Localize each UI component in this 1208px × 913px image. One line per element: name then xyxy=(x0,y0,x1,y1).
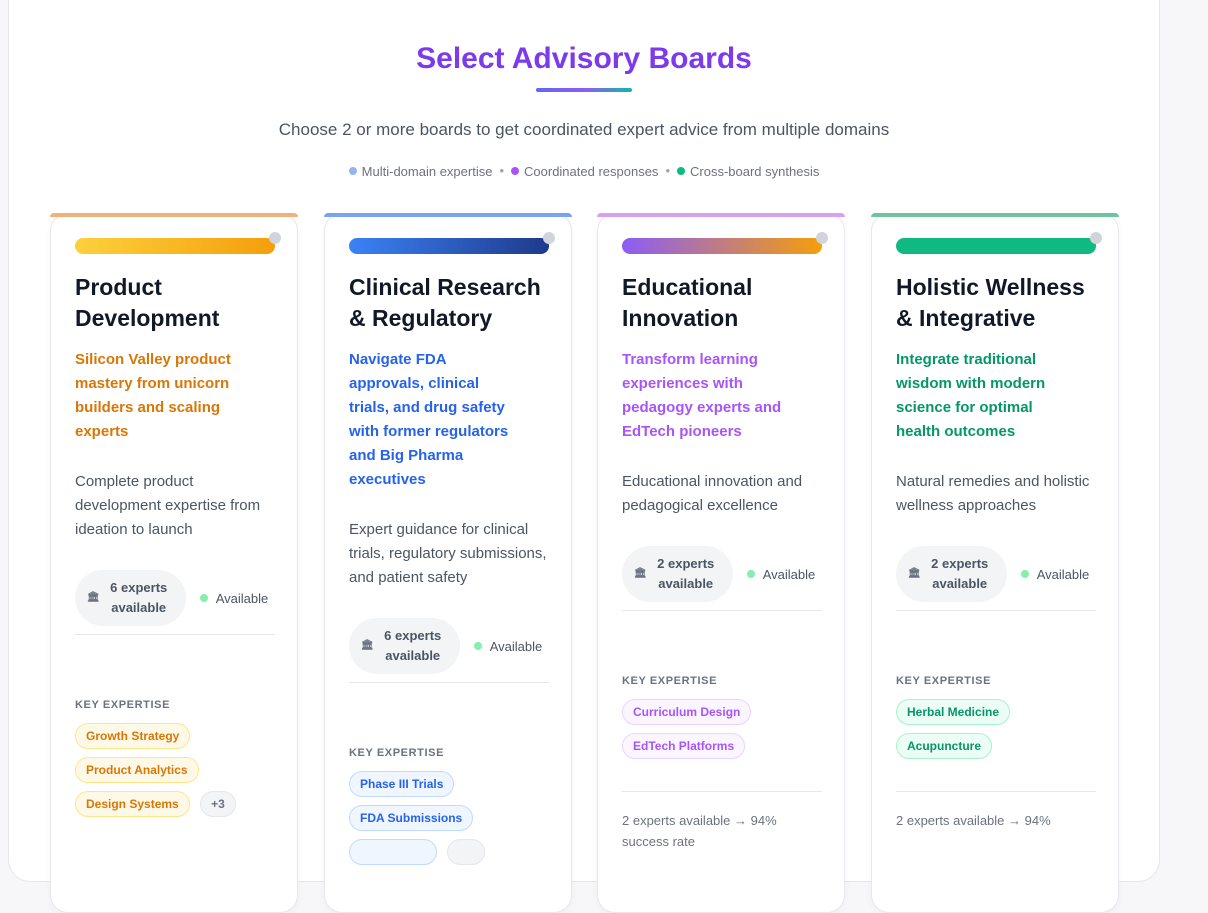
experts-badge: 🏛 2 experts available xyxy=(622,546,733,602)
title-underline xyxy=(536,88,632,92)
card-title: Holistic Wellness & Integrative xyxy=(896,274,1085,331)
card-stats: 🏛 6 experts available Available xyxy=(349,618,549,683)
feature-label: Multi-domain expertise xyxy=(361,163,493,179)
feature-label: Cross-board synthesis xyxy=(690,163,820,179)
feature-item: Coordinated responses xyxy=(511,164,658,179)
feature-item: Cross-board synthesis xyxy=(677,164,819,179)
board-card-clinical-research[interactable]: Clinical Research & Regulatory Navigate … xyxy=(324,213,572,913)
more-expertise-chip-placeholder[interactable] xyxy=(447,839,486,865)
experts-badge: 🏛 6 experts available xyxy=(349,618,460,674)
key-expertise-label: KEY EXPERTISE xyxy=(896,675,992,687)
key-expertise-label: KEY EXPERTISE xyxy=(622,675,718,687)
card-description: Natural remedies and holistic wellness a… xyxy=(896,473,1090,514)
card-title: Product Development xyxy=(75,274,220,331)
experts-badge: 🏛 2 experts available xyxy=(896,546,1007,602)
card-body: Clinical Research & Regulatory Navigate … xyxy=(349,272,554,878)
select-indicator-icon[interactable] xyxy=(816,232,828,244)
feature-dot-icon xyxy=(348,167,357,175)
card-tagline: Transform learning experiences with peda… xyxy=(622,351,782,440)
status-label: Available xyxy=(1036,566,1090,582)
card-accent-strip xyxy=(871,213,1119,217)
card-tagline: Silicon Valley product mastery from unic… xyxy=(75,351,231,440)
card-accent-strip xyxy=(597,213,845,217)
experts-badge: 🏛 6 experts available xyxy=(75,570,186,626)
card-accent-strip xyxy=(324,213,572,217)
status-dot-icon xyxy=(473,642,482,650)
expertise-chip: FDA Submissions xyxy=(349,805,474,831)
card-tagline: Navigate FDA approvals, clinical trials,… xyxy=(349,351,509,488)
card-color-bar xyxy=(622,238,822,254)
expertise-chip: Product Analytics xyxy=(75,757,199,783)
key-expertise-label: KEY EXPERTISE xyxy=(75,699,171,711)
experts-count: 6 experts available xyxy=(384,628,442,663)
card-description: Expert guidance for clinical trials, reg… xyxy=(349,521,547,586)
status-label: Available xyxy=(762,566,816,582)
status-dot-icon xyxy=(746,570,755,578)
select-indicator-icon[interactable] xyxy=(1090,232,1102,244)
card-title: Educational Innovation xyxy=(622,274,753,331)
status-dot-icon xyxy=(199,594,208,602)
card-stats: 🏛 2 experts available Available xyxy=(896,546,1096,611)
card-body: Educational Innovation Transform learnin… xyxy=(622,272,827,852)
building-icon: 🏛 xyxy=(87,592,100,603)
expertise-chips: Herbal Medicine Acupuncture xyxy=(896,699,1096,767)
status-label: Available xyxy=(215,590,269,606)
card-color-bar xyxy=(349,238,549,254)
expertise-chip-placeholder xyxy=(349,839,437,865)
card-tagline: Integrate traditional wisdom with modern… xyxy=(896,351,1046,440)
card-title: Clinical Research & Regulatory xyxy=(349,274,541,331)
feature-list: Multi-domain expertise • Coordinated res… xyxy=(0,163,1168,179)
expertise-chips: Curriculum Design EdTech Platforms xyxy=(622,699,822,767)
building-icon: 🏛 xyxy=(634,568,647,579)
card-description: Complete product development expertise f… xyxy=(75,473,261,538)
page-title: Select Advisory Boards xyxy=(416,42,752,75)
select-indicator-icon[interactable] xyxy=(543,232,555,244)
expertise-chips: Phase III Trials FDA Submissions xyxy=(349,771,549,878)
availability-status: Available xyxy=(1020,566,1090,582)
card-color-bar xyxy=(896,238,1096,254)
card-footer-summary: 2 experts available → 94% success rate xyxy=(622,791,822,852)
card-description: Educational innovation and pedagogical e… xyxy=(622,473,803,514)
board-card-product-development[interactable]: Product Development Silicon Valley produ… xyxy=(50,213,298,913)
page-subtitle: Choose 2 or more boards to get coordinat… xyxy=(278,120,890,139)
feature-dot-icon xyxy=(677,167,685,175)
board-card-holistic-wellness[interactable]: Holistic Wellness & Integrative Integrat… xyxy=(871,213,1119,913)
expertise-chip: Phase III Trials xyxy=(349,771,455,797)
key-expertise-label: KEY EXPERTISE xyxy=(349,747,445,759)
feature-item: Multi-domain expertise xyxy=(348,163,493,179)
feature-label: Coordinated responses xyxy=(524,163,659,179)
expertise-chip: Growth Strategy xyxy=(75,723,191,749)
card-body: Product Development Silicon Valley produ… xyxy=(75,272,280,825)
availability-status: Available xyxy=(199,590,269,606)
availability-status: Available xyxy=(746,566,816,582)
feature-separator: • xyxy=(499,163,505,178)
expertise-chip: Design Systems xyxy=(75,791,190,817)
more-expertise-chip[interactable]: +3 xyxy=(200,791,236,817)
card-color-bar xyxy=(75,238,275,254)
experts-count: 2 experts available xyxy=(931,556,989,591)
expertise-chips: Growth Strategy Product Analytics Design… xyxy=(75,723,275,825)
card-stats: 🏛 2 experts available Available xyxy=(622,546,822,611)
card-body: Holistic Wellness & Integrative Integrat… xyxy=(896,272,1101,831)
select-indicator-icon[interactable] xyxy=(269,232,281,244)
card-stats: 🏛 6 experts available Available xyxy=(75,570,275,635)
feature-separator: • xyxy=(665,163,670,178)
expertise-chip: Herbal Medicine xyxy=(896,699,1011,725)
experts-count: 2 experts available xyxy=(657,556,715,591)
experts-count: 6 experts available xyxy=(110,580,168,615)
availability-status: Available xyxy=(473,638,543,654)
expertise-chip: EdTech Platforms xyxy=(622,733,746,759)
card-accent-strip xyxy=(50,213,298,217)
building-icon: 🏛 xyxy=(361,640,374,651)
status-label: Available xyxy=(489,638,543,654)
status-dot-icon xyxy=(1020,570,1029,578)
card-footer-summary: 2 experts available → 94% xyxy=(896,791,1096,831)
board-card-educational-innovation[interactable]: Educational Innovation Transform learnin… xyxy=(597,213,845,913)
building-icon: 🏛 xyxy=(908,568,921,579)
expertise-chip: Curriculum Design xyxy=(622,699,752,725)
expertise-chip: Acupuncture xyxy=(896,733,993,759)
feature-dot-icon xyxy=(511,167,520,175)
